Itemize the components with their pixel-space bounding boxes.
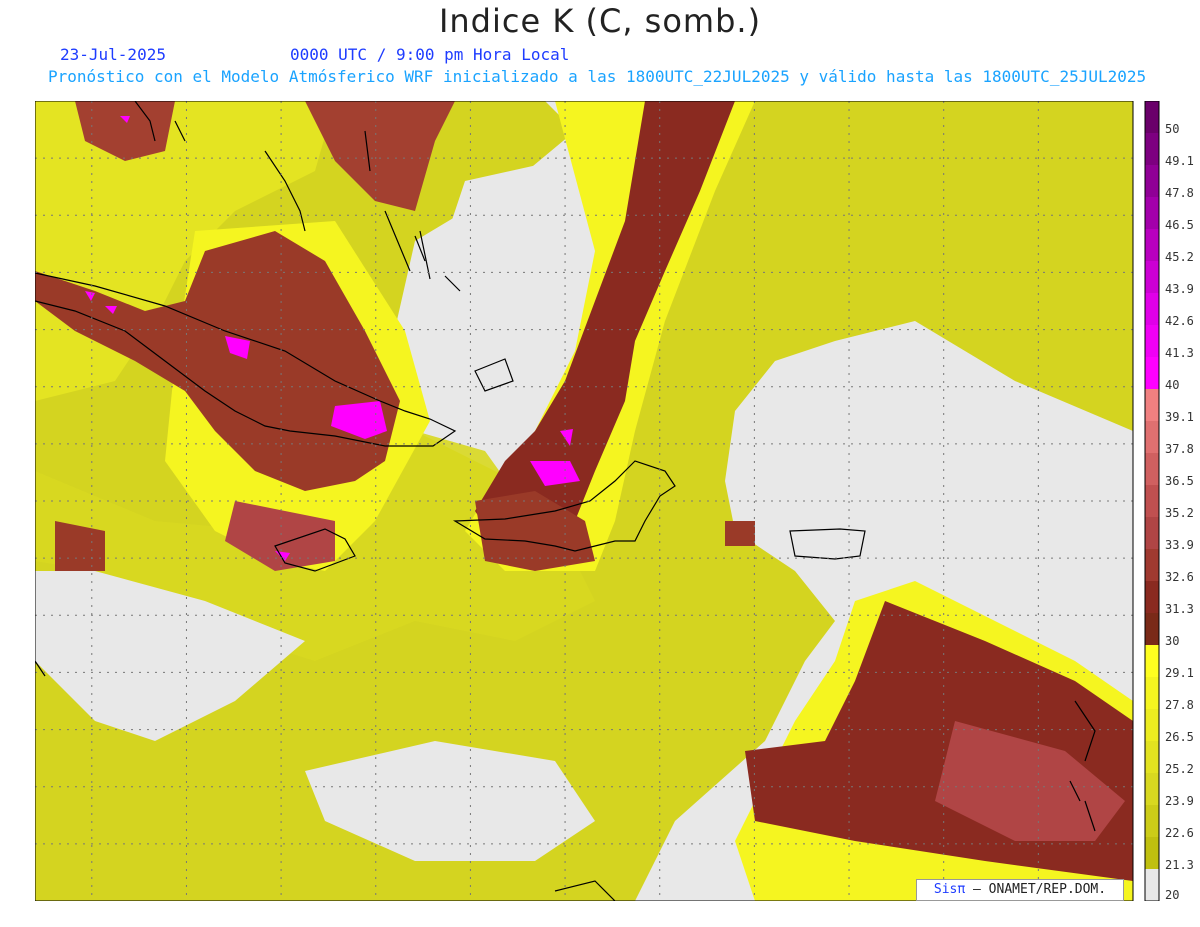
colorbar-swatch — [1145, 165, 1159, 198]
credit-text: – ONAMET/REP.DOM. — [973, 882, 1107, 897]
colorbar-swatch — [1145, 805, 1159, 838]
colorbar-label: 31.3 — [1165, 602, 1194, 616]
colorbar-label: 21.3 — [1165, 858, 1194, 872]
colorbar-label: 42.6 — [1165, 314, 1194, 328]
colorbar-swatch — [1145, 293, 1159, 326]
colorbar-swatch — [1145, 453, 1159, 486]
colorbar-swatch — [1145, 645, 1159, 678]
colorbar-swatch — [1145, 229, 1159, 262]
colorbar: 50 49.1 47.8 46.5 45.2 43.9 42.6 41.3 40 39.1 37.8… — [1144, 101, 1194, 901]
colorbar-label: 27.8 — [1165, 698, 1194, 712]
colorbar-swatch — [1145, 517, 1159, 550]
colorbar-label: 35.2 — [1165, 506, 1194, 520]
k-index-map: 26N25N24N23N22N21N20N19N18N17N16N15N14N1… — [35, 101, 1194, 901]
colorbar-swatch — [1145, 837, 1159, 870]
colorbar-swatch — [1145, 869, 1159, 901]
colorbar-label: 50 — [1165, 122, 1179, 136]
colorbar-label: 49.1 — [1165, 154, 1194, 168]
credit-box: Sisπ – ONAMET/REP.DOM. — [916, 879, 1124, 901]
colorbar-label: 26.5 — [1165, 730, 1194, 744]
colorbar-label: 29.1 — [1165, 666, 1194, 680]
colorbar-label: 47.8 — [1165, 186, 1194, 200]
colorbar-label: 36.5 — [1165, 474, 1194, 488]
colorbar-swatch — [1145, 485, 1159, 518]
colorbar-swatch — [1145, 325, 1159, 358]
colorbar-label: 32.6 — [1165, 570, 1194, 584]
colorbar-label: 40 — [1165, 378, 1179, 392]
colorbar-label: 22.6 — [1165, 826, 1194, 840]
colorbar-swatch — [1145, 677, 1159, 710]
colorbar-label: 41.3 — [1165, 346, 1194, 360]
model-description: Pronóstico con el Modelo Atmósferico WRF… — [48, 67, 1147, 86]
colorbar-label: 20 — [1165, 888, 1179, 901]
colorbar-label: 25.2 — [1165, 762, 1194, 776]
colorbar-swatch — [1145, 197, 1159, 230]
colorbar-swatch — [1145, 709, 1159, 742]
colorbar-label: 33.9 — [1165, 538, 1194, 552]
colorbar-label: 39.1 — [1165, 410, 1194, 424]
colorbar-swatch — [1145, 549, 1159, 582]
colorbar-label: 43.9 — [1165, 282, 1194, 296]
colorbar-swatch — [1145, 741, 1159, 774]
colorbar-swatch — [1145, 389, 1159, 422]
sispi-logo: Sisπ — [933, 882, 966, 897]
colorbar-swatch — [1145, 133, 1159, 166]
colorbar-swatch — [1145, 261, 1159, 294]
date-label: 23-Jul-2025 — [60, 45, 166, 64]
colorbar-label: 46.5 — [1165, 218, 1194, 232]
colorbar-label: 45.2 — [1165, 250, 1194, 264]
colorbar-swatch — [1145, 581, 1159, 614]
colorbar-swatch — [1145, 613, 1159, 646]
colorbar-label: 30 — [1165, 634, 1179, 648]
colorbar-label: 23.9 — [1165, 794, 1194, 808]
colorbar-swatch — [1145, 773, 1159, 806]
colorbar-label: 37.8 — [1165, 442, 1194, 456]
time-label: 0000 UTC / 9:00 pm Hora Local — [290, 45, 570, 64]
colorbar-swatch — [1145, 421, 1159, 454]
map-field — [35, 101, 1133, 901]
map-title: Indice K (C, somb.) — [438, 2, 762, 40]
colorbar-swatch — [1145, 101, 1159, 134]
colorbar-swatch — [1145, 357, 1159, 390]
